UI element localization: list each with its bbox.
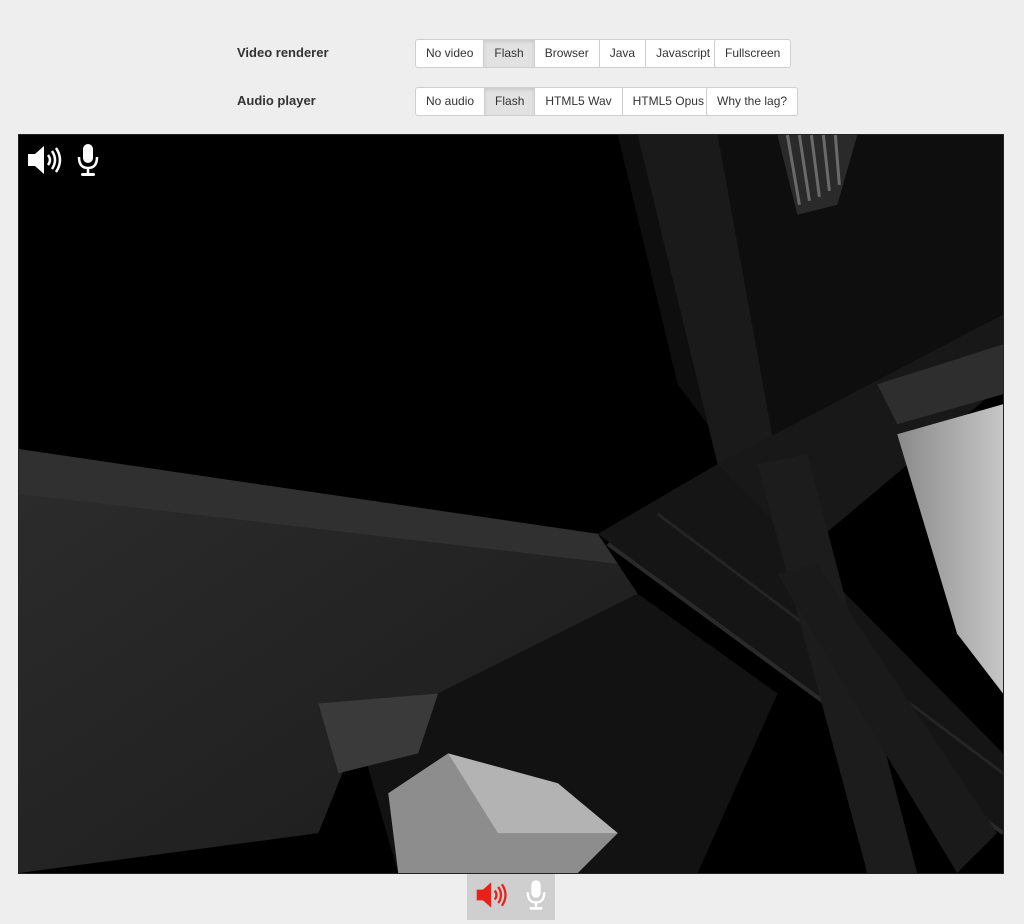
audio-player-label: Audio player [237,93,316,108]
audio-control-bar [467,874,555,920]
audio-option-flash[interactable]: Flash [484,87,536,116]
why-the-lag-button[interactable]: Why the lag? [706,87,799,116]
microphone-icon[interactable] [524,879,548,916]
audio-player-options: No audio Flash HTML5 Wav HTML5 Opus [415,87,715,116]
speaker-icon[interactable] [25,143,65,177]
video-option-javascript[interactable]: Javascript [645,39,722,68]
video-option-browser[interactable]: Browser [533,39,600,68]
audio-option-html5-opus[interactable]: HTML5 Opus [621,87,715,116]
video-stream[interactable] [18,134,1004,874]
video-renderer-row: Video renderer No video Flash Browser Ja… [0,39,1024,69]
audio-option-html5-wav[interactable]: HTML5 Wav [534,87,623,116]
video-renderer-options: No video Flash Browser Java Javascript [415,39,722,68]
microphone-icon[interactable] [75,143,101,177]
video-option-no-video[interactable]: No video [415,39,485,68]
speaker-icon[interactable] [474,879,510,916]
audio-player-row: Audio player No audio Flash HTML5 Wav HT… [0,87,1024,117]
video-frame [19,135,1003,873]
audio-option-no-audio[interactable]: No audio [415,87,486,116]
fullscreen-button[interactable]: Fullscreen [714,39,792,68]
video-option-flash[interactable]: Flash [483,39,535,68]
video-option-java[interactable]: Java [598,39,647,68]
video-renderer-label: Video renderer [237,45,329,60]
